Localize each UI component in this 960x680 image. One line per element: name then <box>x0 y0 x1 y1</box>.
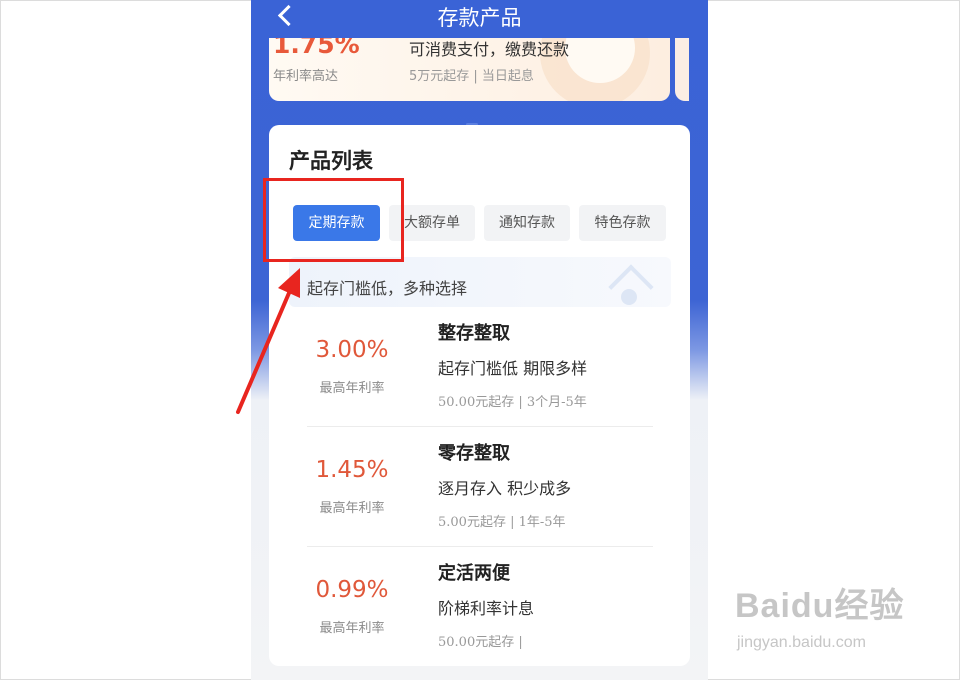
annotation-highlight-box <box>263 178 404 262</box>
product-name: 零存整取 <box>438 443 510 464</box>
product-rate: 1.45% <box>315 457 389 483</box>
watermark-url: jingyan.baidu.com <box>737 634 866 651</box>
product-description: 逐月存入 积少成多 <box>438 479 572 498</box>
product-meta: 50.00元起存 | 3个月-5年 <box>438 395 587 410</box>
tab-notice-deposit[interactable]: 通知存款 <box>484 205 570 241</box>
product-rate-label: 最高年利率 <box>319 381 385 396</box>
watermark-logo: Baidu经验 <box>735 587 905 625</box>
page-title: 存款产品 <box>437 6 522 30</box>
promo-banner-card[interactable]: 1.75% 年利率高达 可消费支付，缴费还款 5万元起存 | 当日起息 <box>269 38 670 101</box>
product-list-title: 产品列表 <box>289 149 373 173</box>
carousel-indicator <box>466 111 494 126</box>
product-rate: 0.99% <box>315 577 389 603</box>
watermark: Baidu经验 jingyan.baidu.com <box>735 578 925 668</box>
product-description: 阶梯利率计息 <box>438 599 535 618</box>
house-icon <box>607 271 653 311</box>
product-rate-label: 最高年利率 <box>319 621 385 636</box>
category-intro-banner: 起存门槛低，多种选择 <box>289 257 671 307</box>
product-description: 起存门槛低 期限多样 <box>438 359 588 378</box>
annotation-arrow <box>236 268 300 414</box>
product-meta: 5.00元起存 | 1年-5年 <box>438 515 566 530</box>
product-meta: 50.00元起存 | <box>438 635 523 650</box>
phone-screen: 存款产品 1.75% 年利率高达 可消费支付，缴费还款 5万元起存 | 当日起息… <box>251 0 708 680</box>
tab-special-deposit[interactable]: 特色存款 <box>579 205 666 241</box>
product-item[interactable]: 1.45% 最高年利率 零存整取 逐月存入 积少成多 5.00元起存 | 1年-… <box>307 427 653 547</box>
banner-subtext: 5万元起存 | 当日起息 <box>409 69 534 84</box>
product-name: 定活两便 <box>438 563 510 584</box>
product-item[interactable]: 0.99% 最高年利率 定活两便 阶梯利率计息 50.00元起存 | <box>307 547 653 667</box>
banner-rate: 1.75% <box>273 38 360 59</box>
banner-rate-label: 年利率高达 <box>273 69 339 84</box>
product-rate: 3.00% <box>315 337 389 363</box>
product-name: 整存整取 <box>438 323 510 344</box>
product-item[interactable]: 3.00% 最高年利率 整存整取 起存门槛低 期限多样 50.00元起存 | 3… <box>307 307 653 427</box>
category-intro-text: 起存门槛低，多种选择 <box>307 279 468 298</box>
top-nav-bar: 存款产品 <box>251 0 708 32</box>
banner-description: 可消费支付，缴费还款 <box>409 40 570 59</box>
product-rate-label: 最高年利率 <box>319 501 385 516</box>
next-banner-card-peek[interactable] <box>675 38 689 101</box>
